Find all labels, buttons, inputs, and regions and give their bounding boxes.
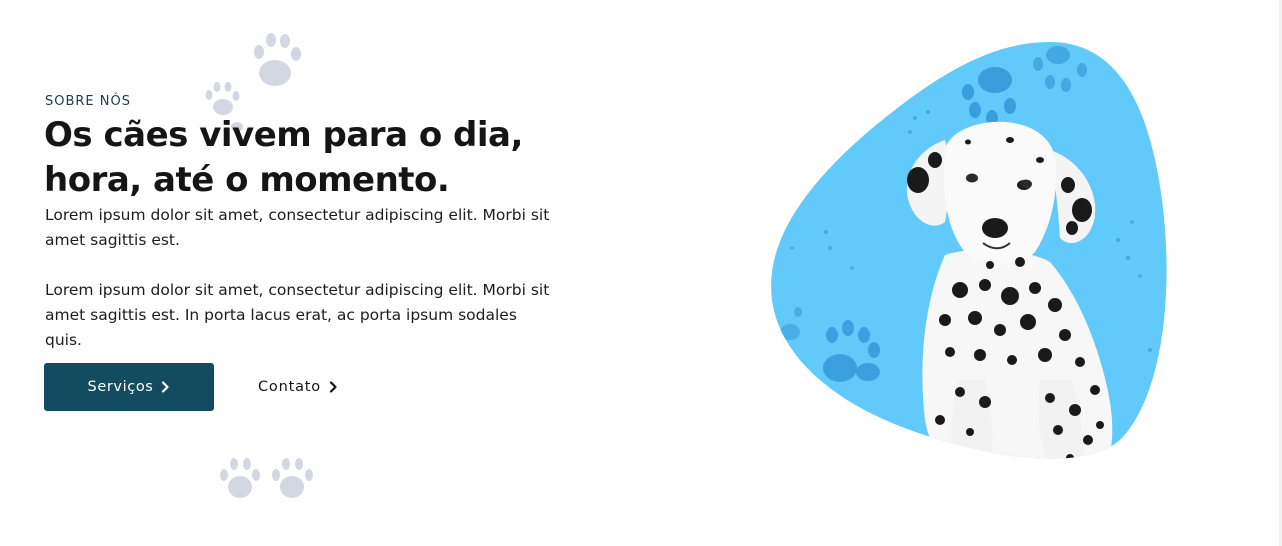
dalmatian-puppy-image — [771, 42, 1167, 459]
chevron-right-icon — [329, 381, 337, 393]
detail-paragraph: Lorem ipsum dolor sit amet, consectetur … — [45, 281, 550, 349]
intro-paragraph: Lorem ipsum dolor sit amet, consectetur … — [45, 206, 550, 249]
contact-link-label: Contato — [258, 379, 321, 395]
section-eyebrow: SOBRE NÓS — [45, 94, 131, 109]
section-headline: Os cães vivem para o dia, hora, até o mo… — [44, 115, 523, 200]
services-button-label: Serviços — [87, 379, 154, 395]
paw-prints-decoration-bottom — [220, 458, 313, 498]
contact-link[interactable]: Contato — [258, 363, 338, 411]
services-button[interactable]: Serviços — [44, 363, 214, 411]
about-section: SOBRE NÓS Os cães vivem para o dia, hora… — [0, 0, 1282, 546]
chevron-right-icon — [162, 381, 170, 393]
